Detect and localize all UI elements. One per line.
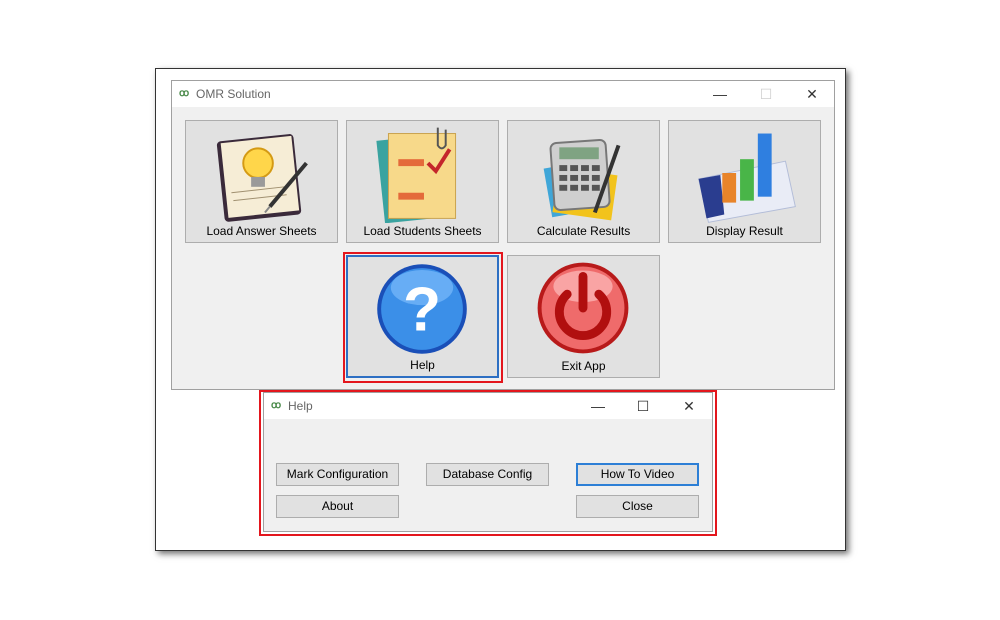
maximize-button[interactable]: ☐	[750, 84, 782, 104]
bar-chart-icon	[698, 133, 796, 223]
omr-app-icon: ꝏ	[179, 88, 190, 99]
tile-label: Load Students Sheets	[363, 224, 482, 238]
tile-label: Display Result	[706, 224, 783, 238]
checklist-clipboard-icon	[376, 127, 457, 223]
display-result-button[interactable]: Display Result	[668, 120, 821, 243]
help-dialog-highlight	[259, 390, 717, 536]
close-button[interactable]: ✕	[796, 84, 828, 104]
power-icon	[537, 262, 629, 354]
tile-label: Calculate Results	[536, 224, 631, 238]
main-window-titlebar: ꝏ OMR Solution — ☐ ✕	[172, 81, 834, 107]
tile-label: Exit App	[561, 359, 606, 373]
help-button-highlight	[343, 252, 503, 383]
calculate-results-button[interactable]: Calculate Results	[507, 120, 660, 243]
tile-label: Load Answer Sheets	[206, 224, 317, 238]
calculator-icon	[543, 138, 621, 221]
load-answer-sheets-button[interactable]: Load Answer Sheets	[185, 120, 338, 243]
main-window: ꝏ OMR Solution — ☐ ✕ Load Answer Sheets	[171, 80, 835, 390]
window-title: OMR Solution	[196, 87, 271, 101]
minimize-button[interactable]: —	[704, 84, 736, 104]
load-students-sheets-button[interactable]: Load Students Sheets	[346, 120, 499, 243]
lightbulb-notepad-icon	[216, 134, 308, 222]
exit-app-button[interactable]: Exit App	[507, 255, 660, 378]
